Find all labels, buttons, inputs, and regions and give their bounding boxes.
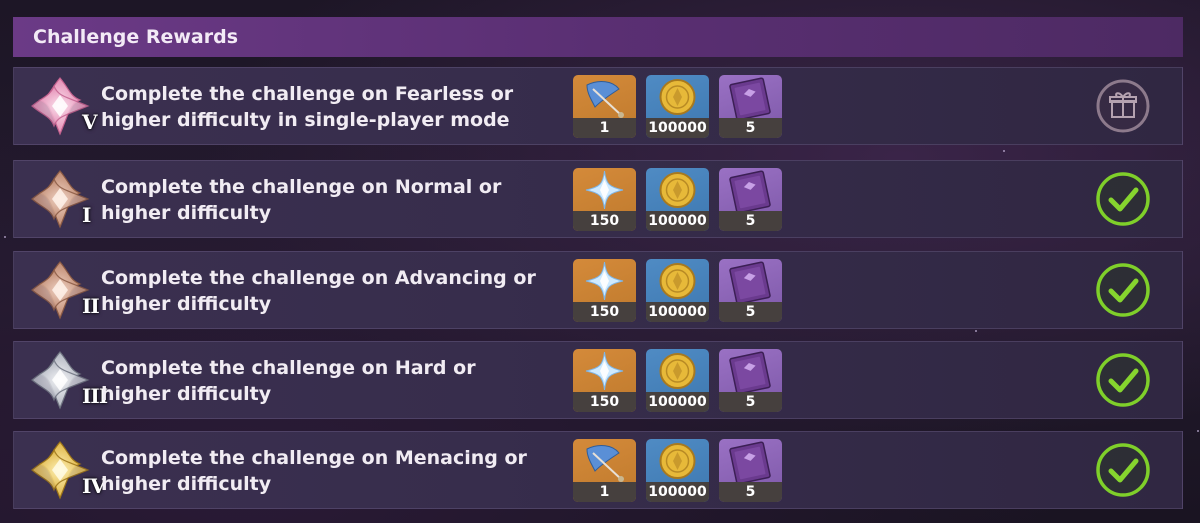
reward-items: 150 100000 5 <box>573 259 782 322</box>
hero-wit-book-icon <box>729 170 771 211</box>
hero-wit-book-icon <box>729 441 771 482</box>
challenge-description: Complete the challenge on Normal or high… <box>101 174 561 226</box>
reward-quantity: 5 <box>719 118 782 138</box>
reward-item[interactable]: 1 <box>573 439 636 502</box>
reward-quantity: 150 <box>573 392 636 412</box>
mora-coin-icon <box>659 353 696 389</box>
pink-flower-emblem-icon: V <box>26 72 102 140</box>
reward-row: I Complete the challenge on Normal or hi… <box>13 160 1183 238</box>
reward-quantity: 150 <box>573 302 636 322</box>
difficulty-roman-numeral: V <box>82 110 98 134</box>
reward-quantity: 5 <box>719 482 782 502</box>
reward-items: 1 100000 5 <box>573 75 782 138</box>
hero-wit-book-icon <box>729 351 771 392</box>
description-line: higher difficulty <box>101 293 272 315</box>
reward-quantity: 1 <box>573 482 636 502</box>
background-star <box>1003 150 1005 152</box>
reward-quantity: 150 <box>573 211 636 231</box>
check-icon <box>1095 171 1151 227</box>
reward-quantity: 100000 <box>646 302 709 322</box>
reward-item[interactable]: 150 <box>573 168 636 231</box>
silver-flower-emblem-icon: III <box>26 346 108 414</box>
background-star <box>975 330 977 332</box>
description-line: Complete the challenge on Normal or <box>101 176 502 198</box>
description-line: Complete the challenge on Fearless or <box>101 83 514 105</box>
mora-coin-icon <box>659 443 696 479</box>
reward-item[interactable]: 5 <box>719 259 782 322</box>
reward-row: V Complete the challenge on Fearless or … <box>13 67 1183 145</box>
reward-row: III Complete the challenge on Hard or hi… <box>13 341 1183 419</box>
primogem-icon <box>585 170 624 210</box>
reward-row: II Complete the challenge on Advancing o… <box>13 251 1183 329</box>
reward-item[interactable]: 100000 <box>646 259 709 322</box>
reward-quantity: 5 <box>719 211 782 231</box>
quill-feather-icon <box>586 81 624 118</box>
challenge-description: Complete the challenge on Hard or higher… <box>101 355 561 407</box>
quill-feather-icon <box>586 445 624 482</box>
mora-coin-icon <box>659 263 696 299</box>
mora-coin-icon <box>659 172 696 208</box>
reward-items: 1 100000 5 <box>573 439 782 502</box>
difficulty-roman-numeral: II <box>82 294 100 318</box>
reward-item[interactable]: 5 <box>719 75 782 138</box>
reward-item[interactable]: 100000 <box>646 349 709 412</box>
reward-item[interactable]: 100000 <box>646 168 709 231</box>
description-line: higher difficulty <box>101 202 272 224</box>
reward-item[interactable]: 1 <box>573 75 636 138</box>
reward-item[interactable]: 5 <box>719 168 782 231</box>
primogem-icon <box>585 351 624 391</box>
challenge-description: Complete the challenge on Fearless or hi… <box>101 81 561 133</box>
description-line: Complete the challenge on Menacing or <box>101 447 527 469</box>
gift-icon[interactable] <box>1095 78 1151 134</box>
header-title: Challenge Rewards <box>33 26 239 48</box>
reward-quantity: 5 <box>719 392 782 412</box>
check-icon <box>1095 352 1151 408</box>
bronze-flower-emblem-icon: II <box>26 256 102 324</box>
hero-wit-book-icon <box>729 261 771 302</box>
reward-quantity: 100000 <box>646 482 709 502</box>
background-star <box>4 236 6 238</box>
reward-items: 150 100000 5 <box>573 349 782 412</box>
reward-item[interactable]: 150 <box>573 259 636 322</box>
reward-item[interactable]: 150 <box>573 349 636 412</box>
description-line: Complete the challenge on Hard or <box>101 357 476 379</box>
mora-coin-icon <box>659 79 696 115</box>
reward-item[interactable]: 5 <box>719 439 782 502</box>
reward-quantity: 100000 <box>646 211 709 231</box>
description-line: Complete the challenge on Advancing or <box>101 267 536 289</box>
challenge-description: Complete the challenge on Advancing or h… <box>101 265 561 317</box>
check-icon <box>1095 262 1151 318</box>
reward-quantity: 100000 <box>646 118 709 138</box>
reward-quantity: 5 <box>719 302 782 322</box>
check-icon <box>1095 442 1151 498</box>
description-line: higher difficulty <box>101 473 272 495</box>
reward-quantity: 1 <box>573 118 636 138</box>
challenge-description: Complete the challenge on Menacing or hi… <box>101 445 561 497</box>
difficulty-roman-numeral: I <box>82 203 91 227</box>
primogem-icon <box>585 261 624 301</box>
description-line: higher difficulty <box>101 383 272 405</box>
reward-item[interactable]: 5 <box>719 349 782 412</box>
reward-items: 150 100000 5 <box>573 168 782 231</box>
reward-item[interactable]: 100000 <box>646 439 709 502</box>
challenge-rewards-header: Challenge Rewards <box>13 17 1183 57</box>
background-star <box>1197 430 1199 432</box>
description-line: higher difficulty in single-player mode <box>101 109 510 131</box>
reward-row: IV Complete the challenge on Menacing or… <box>13 431 1183 509</box>
gold-flower-emblem-icon: IV <box>26 436 106 504</box>
reward-quantity: 100000 <box>646 392 709 412</box>
reward-item[interactable]: 100000 <box>646 75 709 138</box>
hero-wit-book-icon <box>729 77 771 118</box>
bronze-flower-emblem-icon: I <box>26 165 102 233</box>
